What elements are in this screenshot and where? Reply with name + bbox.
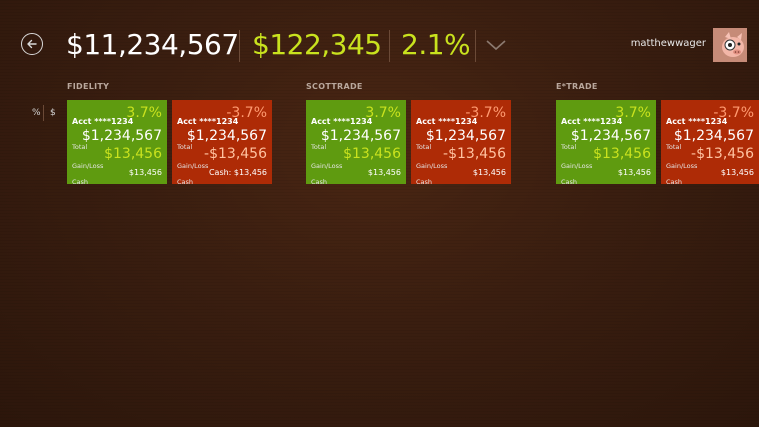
broker-label-fidelity: FIDELITY	[67, 82, 110, 91]
broker-label-etrade: E*TRADE	[556, 82, 598, 91]
account-percent: -3.7%	[226, 105, 267, 121]
account-number: Acct ****1234	[311, 117, 373, 126]
username[interactable]: matthewwager	[631, 38, 706, 49]
account-total: $1,234,567	[320, 128, 401, 144]
account-percent: 3.7%	[615, 105, 651, 121]
account-gain-loss: -$13,456	[691, 146, 754, 162]
account-tile-positive[interactable]: Acct ****1234 3.7% Total $1,234,567 Gain…	[306, 100, 406, 186]
account-gain-loss: $13,456	[343, 146, 401, 162]
total-label: Total	[416, 143, 432, 151]
dollar-toggle[interactable]: $	[50, 108, 56, 118]
account-cash: $13,456	[720, 168, 754, 177]
account-cash: $13,456	[472, 168, 506, 177]
cash-label: Cash	[177, 178, 194, 186]
account-cash: $13,456	[367, 168, 401, 177]
back-button[interactable]	[21, 33, 43, 55]
account-number: Acct ****1234	[72, 117, 134, 126]
cash-label: Cash	[416, 178, 433, 186]
account-percent: 3.7%	[126, 105, 162, 121]
portfolio-gain: $122,345	[252, 28, 382, 61]
header-divider	[475, 30, 476, 62]
chevron-down-icon[interactable]	[485, 38, 507, 52]
account-tile-negative[interactable]: Acct ****1234 -3.7% Total $1,234,567 Gai…	[411, 100, 511, 186]
account-gain-loss: $13,456	[104, 146, 162, 162]
cash-label: Cash	[561, 178, 578, 186]
portfolio-percent: 2.1%	[401, 28, 471, 61]
header-divider	[239, 30, 240, 62]
account-tile-negative[interactable]: Acct ****1234 -3.7% Total $1,234,567 Gai…	[172, 100, 272, 186]
account-tile-positive[interactable]: Acct ****1234 3.7% Total $1,234,567 Gain…	[556, 100, 656, 186]
back-arrow-icon	[27, 39, 37, 49]
portfolio-total: $11,234,567	[66, 28, 239, 61]
total-label: Total	[666, 143, 682, 151]
account-total: $1,234,567	[673, 128, 754, 144]
account-cash: $13,456	[128, 168, 162, 177]
account-percent: -3.7%	[465, 105, 506, 121]
cash-label: Cash	[72, 178, 89, 186]
header-divider	[389, 30, 390, 62]
total-label: Total	[177, 143, 193, 151]
cash-label: Cash	[666, 178, 683, 186]
account-gain-loss: $13,456	[593, 146, 651, 162]
account-cash: Cash: $13,456	[208, 168, 267, 177]
account-percent: -3.7%	[713, 105, 754, 121]
cash-label: Cash	[311, 178, 328, 186]
account-total: $1,234,567	[186, 128, 267, 144]
percent-toggle[interactable]: %	[32, 108, 41, 118]
avatar[interactable]	[713, 28, 747, 62]
account-tile-negative[interactable]: Acct ****1234 -3.7% Total $1,234,567 Gai…	[661, 100, 759, 186]
total-label: Total	[72, 143, 88, 151]
total-label: Total	[561, 143, 577, 151]
account-total: $1,234,567	[570, 128, 651, 144]
account-tile-positive[interactable]: Acct ****1234 3.7% Total $1,234,567 Gain…	[67, 100, 167, 186]
account-gain-loss: -$13,456	[443, 146, 506, 162]
broker-label-scottrade: SCOTTRADE	[306, 82, 363, 91]
account-total: $1,234,567	[81, 128, 162, 144]
toggle-divider	[43, 105, 44, 121]
account-gain-loss: -$13,456	[204, 146, 267, 162]
pig-avatar-icon	[713, 28, 747, 62]
account-number: Acct ****1234	[561, 117, 623, 126]
account-cash: $13,456	[617, 168, 651, 177]
total-label: Total	[311, 143, 327, 151]
account-percent: 3.7%	[365, 105, 401, 121]
account-total: $1,234,567	[425, 128, 506, 144]
